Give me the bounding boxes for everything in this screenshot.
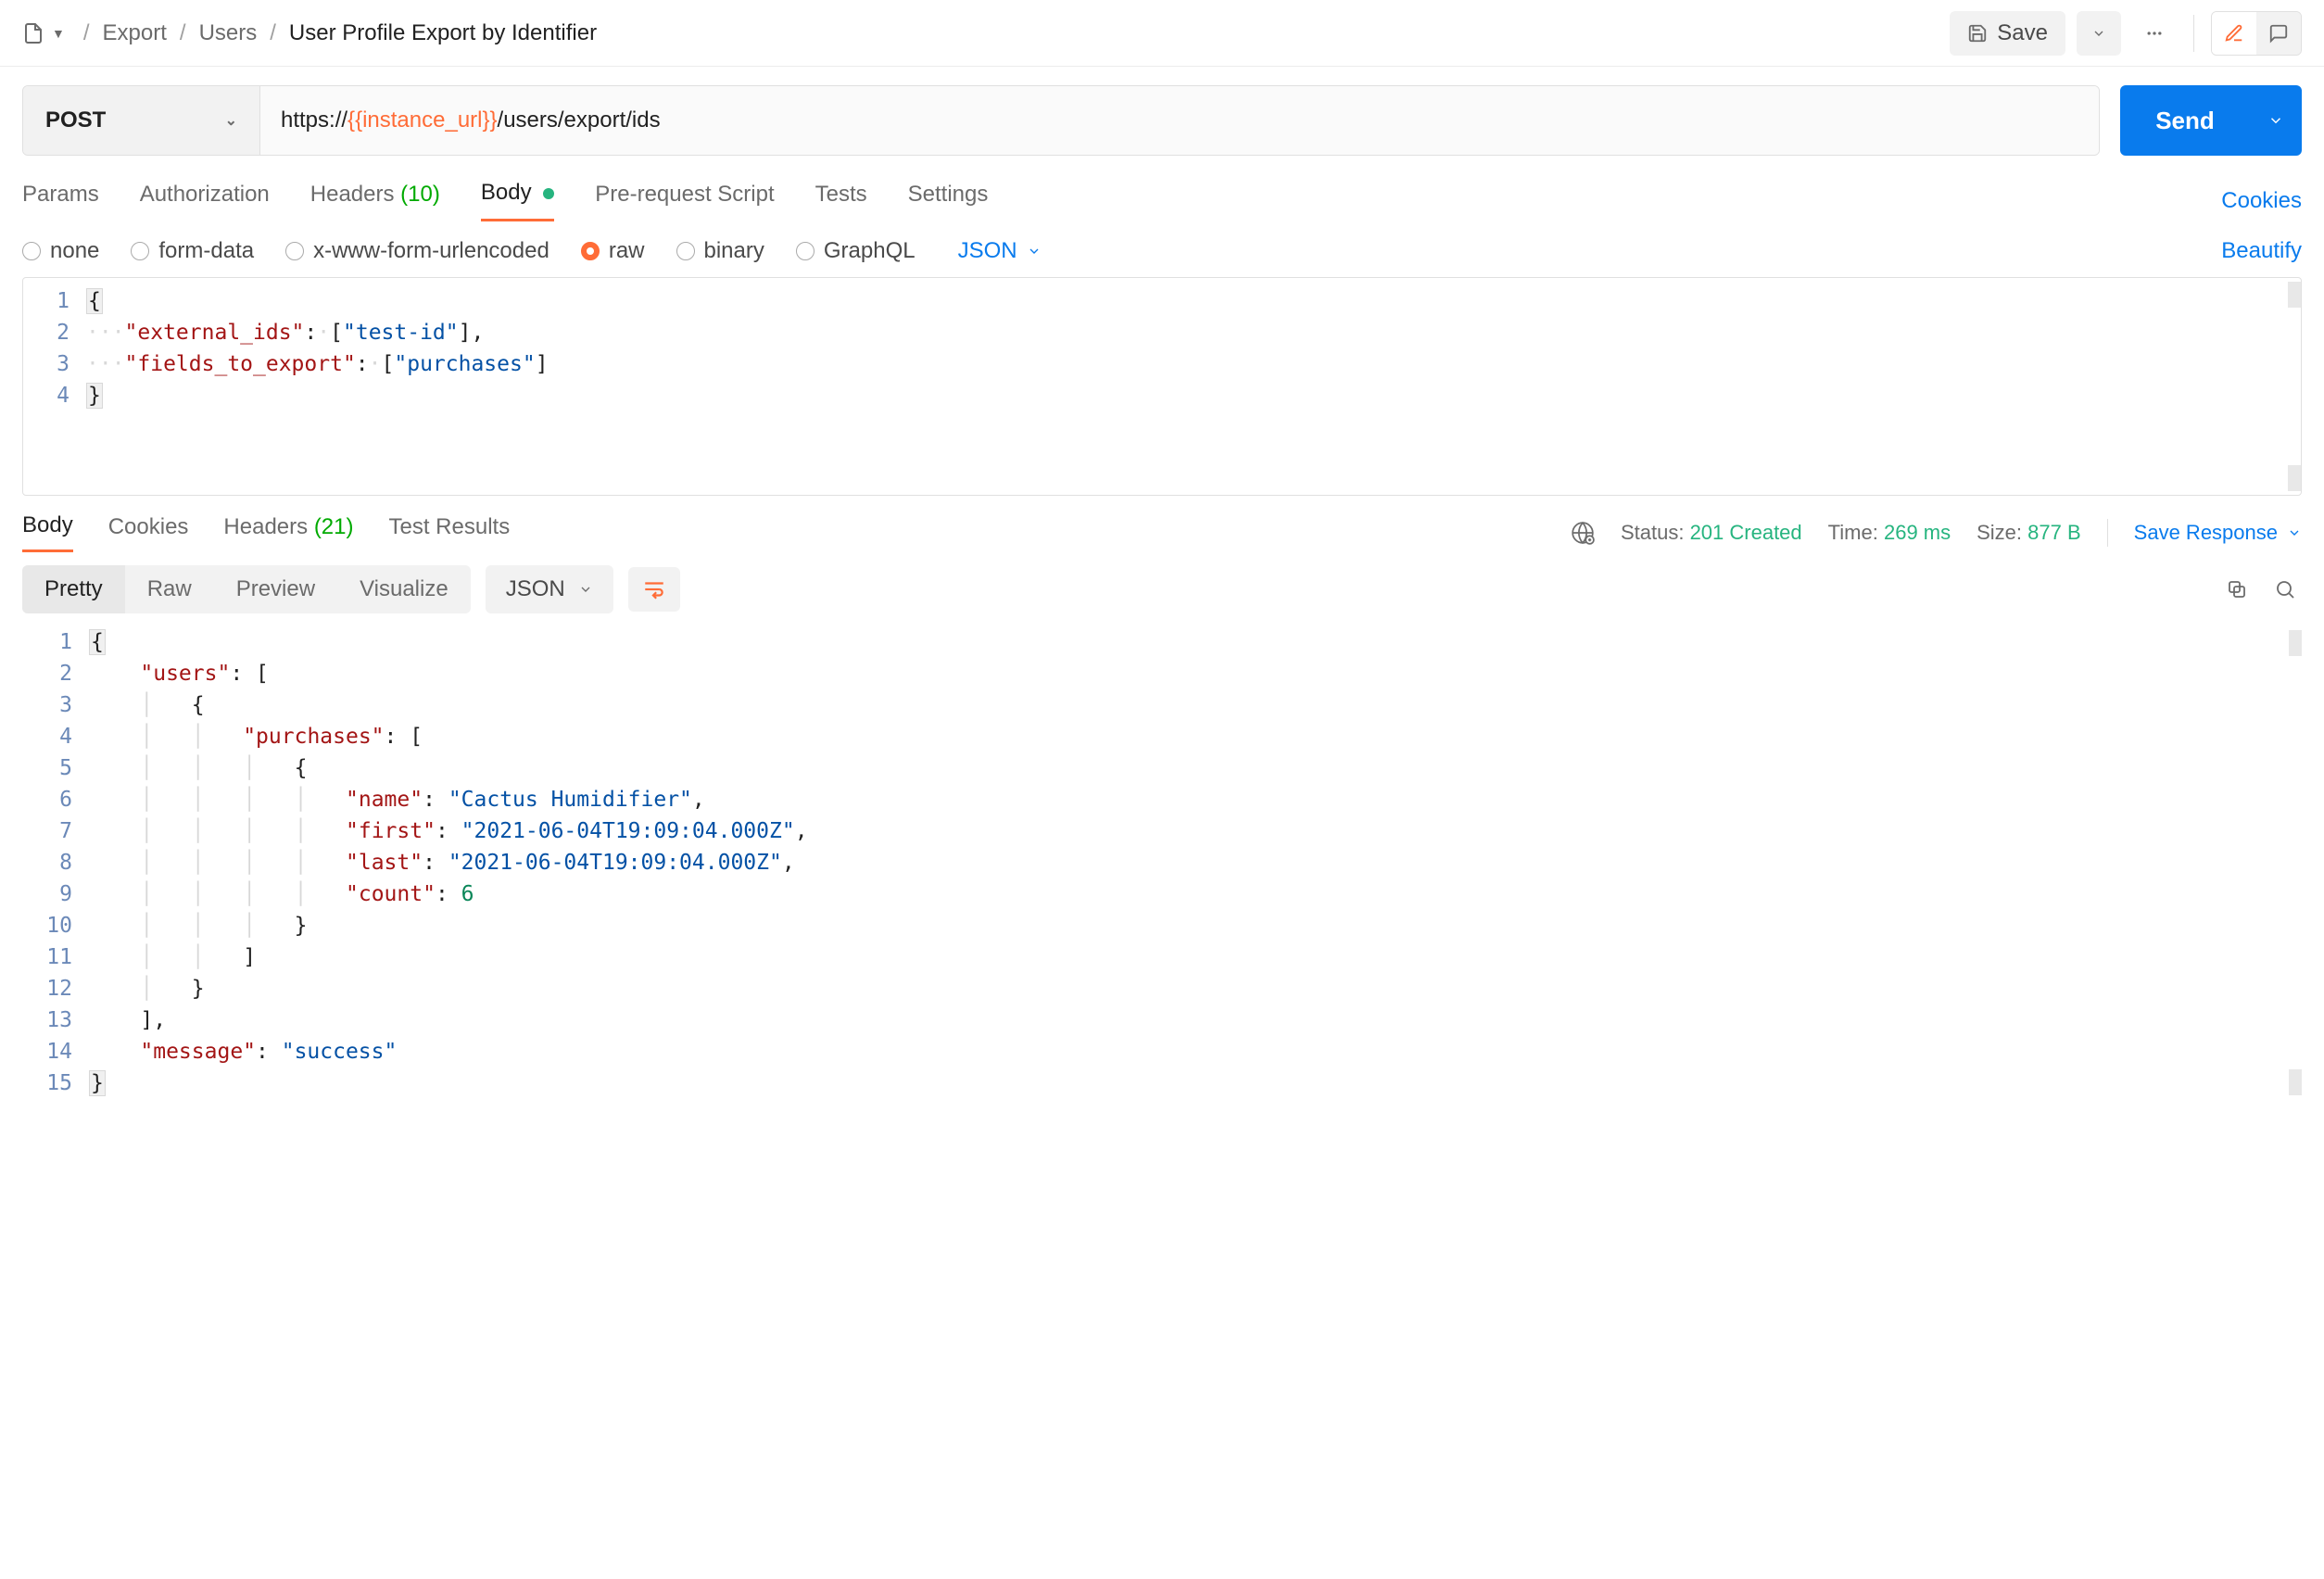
copy-icon xyxy=(2226,578,2248,600)
breadcrumb: / Export / Users / User Profile Export b… xyxy=(83,20,597,46)
tab-settings[interactable]: Settings xyxy=(908,182,989,221)
wrap-icon xyxy=(642,577,666,601)
url-box: POST ⌄ https://{{instance_url}}/users/ex… xyxy=(22,85,2100,156)
file-icon xyxy=(22,22,44,44)
status-value: 201 Created xyxy=(1690,521,1802,544)
method-selector[interactable]: POST ⌄ xyxy=(23,86,260,155)
response-body-code[interactable]: { "users": [ │ { │ │ "purchases": [ │ │ … xyxy=(89,626,2302,1099)
url-row: POST ⌄ https://{{instance_url}}/users/ex… xyxy=(0,67,2324,156)
save-response-button[interactable]: Save Response xyxy=(2134,521,2302,545)
request-body-code[interactable]: { ···"external_ids":·["test-id"], ···"fi… xyxy=(86,285,2301,411)
tab-headers-count: (10) xyxy=(400,182,440,207)
comment-icon xyxy=(2268,23,2289,44)
resp-tab-tests[interactable]: Test Results xyxy=(389,514,511,551)
tab-headers[interactable]: Headers (10) xyxy=(310,182,440,221)
resp-tab-body[interactable]: Body xyxy=(22,512,73,552)
body-type-graphql[interactable]: GraphQL xyxy=(796,238,916,264)
body-indicator-dot xyxy=(543,188,554,199)
line-gutter: 123456789101112131415 xyxy=(22,626,89,1099)
pencil-icon xyxy=(2224,23,2244,44)
view-preview[interactable]: Preview xyxy=(214,565,337,613)
tab-headers-label: Headers xyxy=(310,182,395,207)
search-response-button[interactable] xyxy=(2268,573,2302,606)
tab-tests[interactable]: Tests xyxy=(815,182,867,221)
scrollbar-indicator xyxy=(2288,465,2301,491)
crumb-current[interactable]: User Profile Export by Identifier xyxy=(289,20,597,46)
globe-icon[interactable] xyxy=(1571,521,1595,545)
request-body-editor[interactable]: 1234 { ···"external_ids":·["test-id"], ·… xyxy=(22,277,2302,496)
breadcrumb-sep: / xyxy=(83,20,90,46)
save-button-label: Save xyxy=(1997,20,2048,46)
divider xyxy=(2193,15,2194,52)
save-icon xyxy=(1967,23,1988,44)
breadcrumb-bar: ▼ / Export / Users / User Profile Export… xyxy=(0,0,2324,67)
url-prefix: https:// xyxy=(281,107,347,133)
copy-response-button[interactable] xyxy=(2220,573,2254,606)
body-type-raw[interactable]: raw xyxy=(581,238,645,264)
beautify-link[interactable]: Beautify xyxy=(2221,238,2302,264)
method-label: POST xyxy=(45,107,106,133)
breadcrumb-sep: / xyxy=(270,20,276,46)
tab-body[interactable]: Body xyxy=(481,180,554,221)
wrap-lines-button[interactable] xyxy=(628,567,680,612)
save-button[interactable]: Save xyxy=(1950,11,2065,56)
response-tabs: Body Cookies Headers (21) Test Results S… xyxy=(0,496,2324,552)
body-type-xwww[interactable]: x-www-form-urlencoded xyxy=(285,238,549,264)
line-gutter: 1234 xyxy=(23,285,86,411)
tab-body-label: Body xyxy=(481,180,532,205)
scrollbar-indicator xyxy=(2289,630,2302,656)
more-options-button[interactable] xyxy=(2132,11,2177,56)
crumb-users[interactable]: Users xyxy=(199,20,258,46)
scrollbar-indicator xyxy=(2289,1069,2302,1095)
size-value: 877 B xyxy=(2027,521,2081,544)
send-dropdown[interactable] xyxy=(2250,85,2302,156)
body-type-none[interactable]: none xyxy=(22,238,99,264)
view-raw[interactable]: Raw xyxy=(125,565,214,613)
resp-tab-headers[interactable]: Headers (21) xyxy=(223,514,353,551)
search-icon xyxy=(2274,578,2296,600)
response-format-json[interactable]: JSON xyxy=(486,565,613,613)
send-group: Send xyxy=(2120,85,2302,156)
breadcrumb-sep: / xyxy=(180,20,186,46)
body-format-json[interactable]: JSON xyxy=(958,238,1042,264)
send-button[interactable]: Send xyxy=(2120,85,2250,156)
chevron-down-icon: ⌄ xyxy=(225,111,237,130)
response-view-segment: Pretty Raw Preview Visualize xyxy=(22,565,471,613)
response-meta: Status: 201 Created Time: 269 ms Size: 8… xyxy=(1571,519,2302,547)
tab-authorization[interactable]: Authorization xyxy=(140,182,270,221)
comments-button[interactable] xyxy=(2256,12,2301,55)
resp-tab-cookies[interactable]: Cookies xyxy=(108,514,189,551)
response-toolbar: Pretty Raw Preview Visualize JSON xyxy=(0,552,2324,626)
edit-button[interactable] xyxy=(2212,12,2256,55)
url-variable: {{instance_url}} xyxy=(347,107,497,133)
crumb-export[interactable]: Export xyxy=(103,20,167,46)
time-value: 269 ms xyxy=(1884,521,1951,544)
chevron-down-icon xyxy=(1027,244,1042,259)
request-tabs: Params Authorization Headers (10) Body P… xyxy=(0,156,2324,221)
chevron-down-icon xyxy=(2267,112,2284,129)
chevron-down-icon xyxy=(2091,26,2106,41)
body-type-row: none form-data x-www-form-urlencoded raw… xyxy=(0,221,2324,277)
tab-params[interactable]: Params xyxy=(22,182,99,221)
url-suffix: /users/export/ids xyxy=(498,107,661,133)
view-visualize[interactable]: Visualize xyxy=(337,565,471,613)
url-input[interactable]: https://{{instance_url}}/users/export/id… xyxy=(260,86,2099,155)
view-pretty[interactable]: Pretty xyxy=(22,565,125,613)
chevron-down-icon xyxy=(2287,525,2302,540)
collection-dropdown-caret[interactable]: ▼ xyxy=(52,26,65,41)
chevron-down-icon xyxy=(578,582,593,597)
cookies-link[interactable]: Cookies xyxy=(2221,188,2302,214)
scrollbar-indicator xyxy=(2288,282,2301,308)
response-body-editor[interactable]: 123456789101112131415 { "users": [ │ { │… xyxy=(22,626,2302,1099)
save-dropdown[interactable] xyxy=(2077,11,2121,56)
body-type-formdata[interactable]: form-data xyxy=(131,238,254,264)
ellipsis-icon xyxy=(2145,24,2164,43)
body-type-binary[interactable]: binary xyxy=(676,238,764,264)
tab-prerequest[interactable]: Pre-request Script xyxy=(595,182,774,221)
